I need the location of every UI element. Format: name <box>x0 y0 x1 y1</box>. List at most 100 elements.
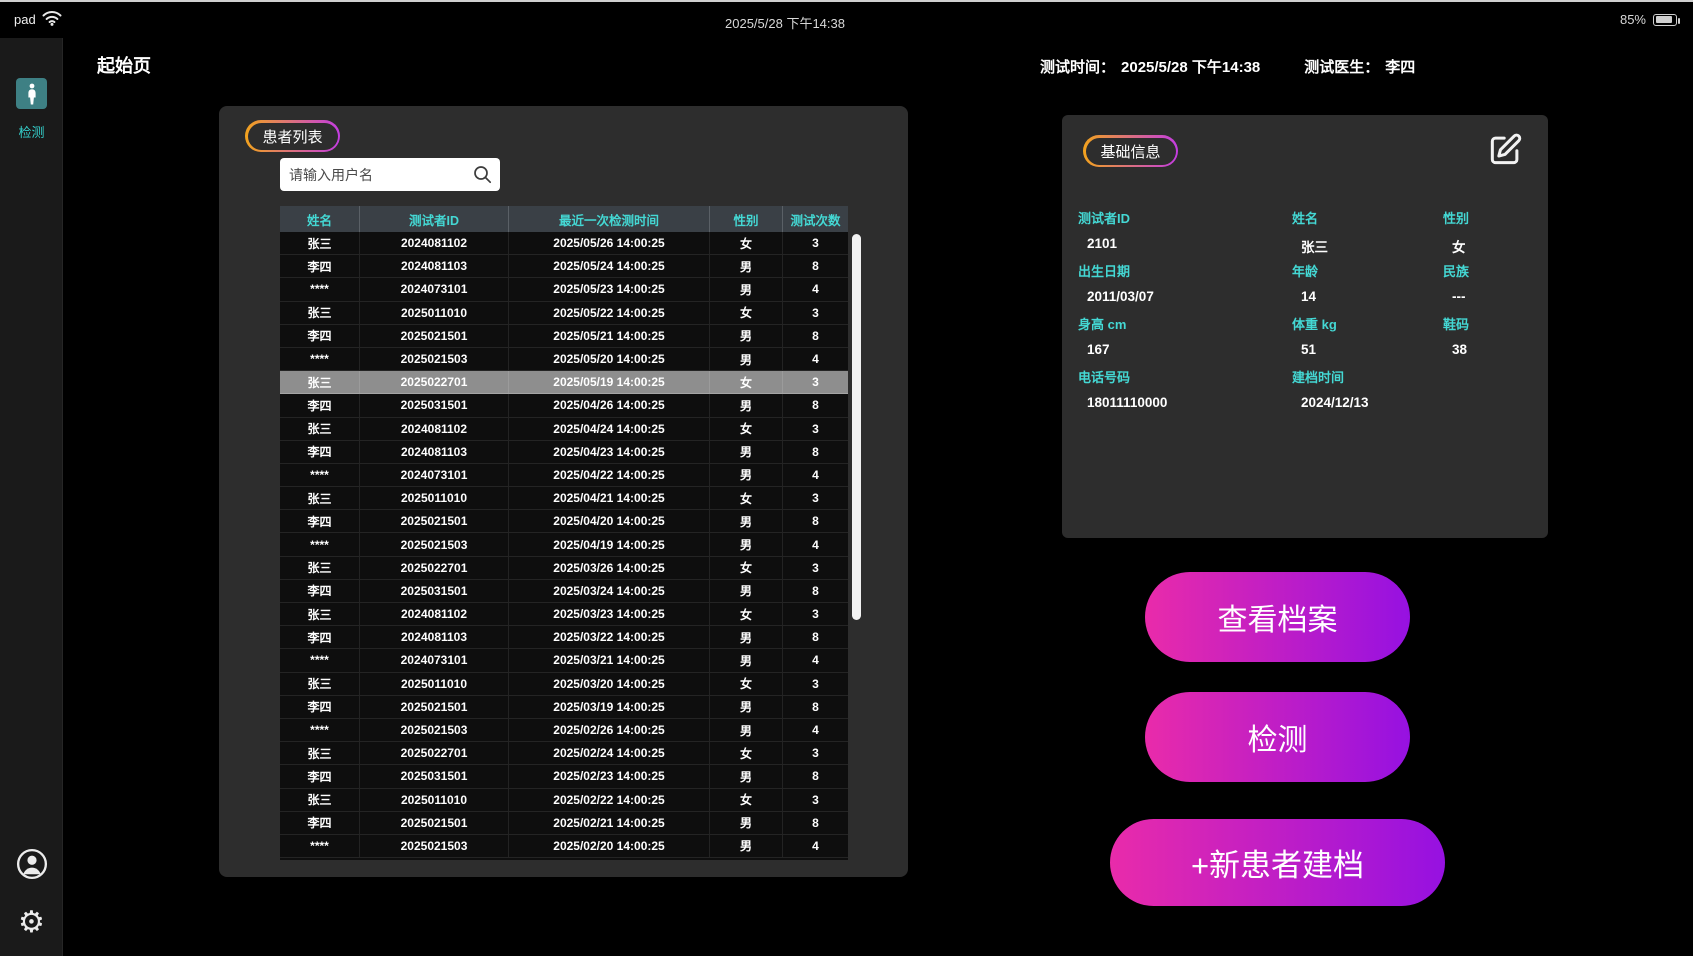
cell-test-count: 8 <box>783 510 848 532</box>
test-time-value: 2025/5/28 下午14:38 <box>1121 56 1260 77</box>
cell-tester-id: 2024081103 <box>360 255 509 277</box>
cell-gender: 女 <box>710 603 783 625</box>
user-avatar-icon[interactable] <box>16 848 48 885</box>
cell-tester-id: 2025021503 <box>360 835 509 857</box>
cell-gender: 女 <box>710 673 783 695</box>
cell-tester-id: 2025022701 <box>360 557 509 579</box>
page-title: 起始页 <box>97 52 151 78</box>
cell-test-count: 8 <box>783 812 848 834</box>
cell-name: 李四 <box>280 626 360 648</box>
cell-name: 张三 <box>280 302 360 324</box>
cell-name: **** <box>280 464 360 486</box>
cell-tester-id: 2025031501 <box>360 765 509 787</box>
view-archive-button[interactable]: 查看档案 <box>1145 572 1410 662</box>
settings-gear-icon[interactable]: ⚙ <box>18 908 45 938</box>
info-field: 鞋码 38 <box>1443 314 1538 367</box>
cell-gender: 男 <box>710 696 783 718</box>
cell-last-test-time: 2025/04/19 14:00:25 <box>509 533 710 555</box>
table-row[interactable]: 李四 2024081103 2025/05/24 14:00:25 男 8 <box>280 255 848 278</box>
doctor-label: 测试医生： <box>1304 56 1379 77</box>
table-row[interactable]: 张三 2025011010 2025/02/22 14:00:25 女 3 <box>280 789 848 812</box>
cell-last-test-time: 2025/05/26 14:00:25 <box>509 232 710 254</box>
table-row[interactable]: 李四 2025031501 2025/02/23 14:00:25 男 8 <box>280 765 848 788</box>
table-row[interactable]: **** 2024073101 2025/05/23 14:00:25 男 4 <box>280 278 848 301</box>
info-field-value: 14 <box>1301 289 1443 304</box>
table-row[interactable]: 张三 2025011010 2025/05/22 14:00:25 女 3 <box>280 302 848 325</box>
cell-gender: 男 <box>710 765 783 787</box>
device-label: pad <box>14 12 36 27</box>
info-field-label: 身高 cm <box>1078 314 1292 333</box>
table-header: 姓名测试者ID最近一次检测时间性别测试次数 <box>280 206 848 232</box>
cell-name: 张三 <box>280 487 360 509</box>
table-row[interactable]: **** 2025021503 2025/02/26 14:00:25 男 4 <box>280 719 848 742</box>
info-field-label: 测试者ID <box>1078 208 1292 227</box>
cell-name: 李四 <box>280 510 360 532</box>
new-patient-button[interactable]: +新患者建档 <box>1110 819 1445 906</box>
table-row[interactable]: 张三 2025022701 2025/02/24 14:00:25 女 3 <box>280 742 848 765</box>
table-row[interactable]: 李四 2025031501 2025/04/26 14:00:25 男 8 <box>280 394 848 417</box>
cell-name: 李四 <box>280 394 360 416</box>
table-row[interactable]: 张三 2025022701 2025/05/19 14:00:25 女 3 <box>280 371 848 394</box>
basic-info-panel: 基础信息 测试者ID 2101 姓名 张三 性别 女 出生日期 2011/03/… <box>1062 115 1548 538</box>
patient-list-title: 患者列表 <box>248 123 338 150</box>
cell-tester-id: 2024081102 <box>360 603 509 625</box>
table-row[interactable]: 张三 2025011010 2025/03/20 14:00:25 女 3 <box>280 673 848 696</box>
table-scrollbar-thumb[interactable] <box>852 234 861 620</box>
sidebar-item-detect[interactable]: 检测 <box>0 78 63 141</box>
table-row[interactable]: **** 2025021503 2025/04/19 14:00:25 男 4 <box>280 533 848 556</box>
detect-button[interactable]: 检测 <box>1145 692 1410 782</box>
table-row[interactable]: 李四 2024081103 2025/03/22 14:00:25 男 8 <box>280 626 848 649</box>
cell-name: 张三 <box>280 371 360 393</box>
cell-name: 李四 <box>280 580 360 602</box>
cell-tester-id: 2025021503 <box>360 533 509 555</box>
table-row[interactable]: **** 2025021503 2025/05/20 14:00:25 男 4 <box>280 348 848 371</box>
cell-name: 李四 <box>280 255 360 277</box>
cell-last-test-time: 2025/03/24 14:00:25 <box>509 580 710 602</box>
table-row[interactable]: **** 2024073101 2025/03/21 14:00:25 男 4 <box>280 649 848 672</box>
cell-tester-id: 2025021503 <box>360 719 509 741</box>
cell-name: 张三 <box>280 418 360 440</box>
cell-last-test-time: 2025/05/22 14:00:25 <box>509 302 710 324</box>
info-field: 出生日期 2011/03/07 <box>1078 261 1292 314</box>
cell-gender: 女 <box>710 742 783 764</box>
search-input[interactable] <box>280 158 470 191</box>
table-row[interactable]: 张三 2024081102 2025/05/26 14:00:25 女 3 <box>280 232 848 255</box>
cell-gender: 男 <box>710 441 783 463</box>
table-row[interactable]: 李四 2025021501 2025/02/21 14:00:25 男 8 <box>280 812 848 835</box>
cell-tester-id: 2025011010 <box>360 302 509 324</box>
table-row[interactable]: 张三 2025022701 2025/03/26 14:00:25 女 3 <box>280 557 848 580</box>
cell-test-count: 8 <box>783 325 848 347</box>
cell-name: 李四 <box>280 765 360 787</box>
cell-gender: 男 <box>710 325 783 347</box>
cell-last-test-time: 2025/04/20 14:00:25 <box>509 510 710 532</box>
edit-record-button[interactable] <box>1485 130 1525 170</box>
table-row[interactable]: **** 2025021503 2025/02/20 14:00:25 男 4 <box>280 835 848 858</box>
table-row[interactable]: 张三 2025011010 2025/04/21 14:00:25 女 3 <box>280 487 848 510</box>
cell-tester-id: 2025021501 <box>360 510 509 532</box>
info-field-label: 性别 <box>1443 208 1538 227</box>
cell-tester-id: 2025031501 <box>360 580 509 602</box>
cell-last-test-time: 2025/04/23 14:00:25 <box>509 441 710 463</box>
cell-tester-id: 2025022701 <box>360 742 509 764</box>
table-row[interactable]: 李四 2025021501 2025/03/19 14:00:25 男 8 <box>280 696 848 719</box>
table-row[interactable]: 张三 2024081102 2025/04/24 14:00:25 女 3 <box>280 418 848 441</box>
cell-last-test-time: 2025/05/21 14:00:25 <box>509 325 710 347</box>
table-row[interactable]: 李四 2025021501 2025/04/20 14:00:25 男 8 <box>280 510 848 533</box>
table-row[interactable]: 李四 2025031501 2025/03/24 14:00:25 男 8 <box>280 580 848 603</box>
person-standing-icon <box>16 78 47 109</box>
cell-last-test-time: 2025/03/19 14:00:25 <box>509 696 710 718</box>
table-row[interactable]: 张三 2024081102 2025/03/23 14:00:25 女 3 <box>280 603 848 626</box>
cell-name: **** <box>280 533 360 555</box>
info-field-label: 出生日期 <box>1078 261 1292 280</box>
table-row[interactable]: 李四 2024081103 2025/04/23 14:00:25 男 8 <box>280 441 848 464</box>
status-bar: pad 2025/5/28 下午14:38 85% <box>0 2 1693 38</box>
search-icon[interactable] <box>472 164 493 190</box>
cell-gender: 男 <box>710 533 783 555</box>
cell-gender: 女 <box>710 557 783 579</box>
info-field: 身高 cm 167 <box>1078 314 1292 367</box>
table-row[interactable]: 李四 2025021501 2025/05/21 14:00:25 男 8 <box>280 325 848 348</box>
cell-gender: 女 <box>710 371 783 393</box>
table-row[interactable]: **** 2024073101 2025/04/22 14:00:25 男 4 <box>280 464 848 487</box>
cell-test-count: 4 <box>783 835 848 857</box>
info-field-label: 电话号码 <box>1078 367 1292 386</box>
